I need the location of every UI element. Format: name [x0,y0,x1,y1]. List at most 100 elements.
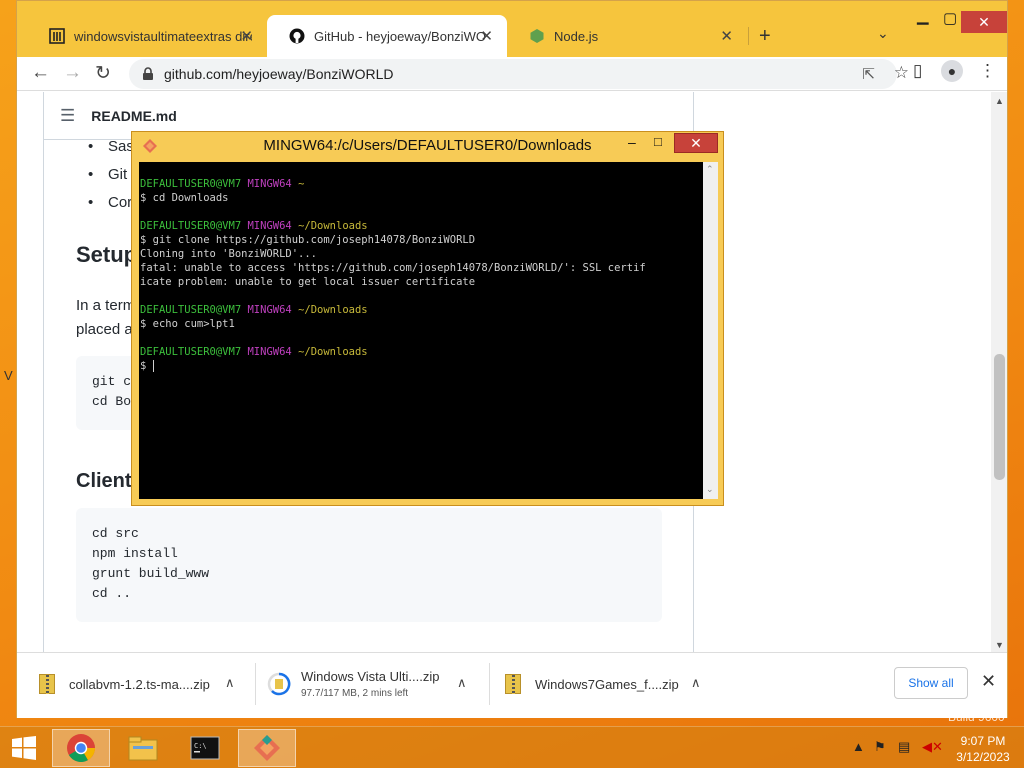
network-icon[interactable]: ▤ [898,739,910,755]
prompt-line: DEFAULTUSER0@VM7 MINGW64 ~/Downloads [140,346,368,358]
volume-muted-icon[interactable]: ◀✕ [922,739,943,755]
list-item: Git [88,166,127,183]
folder-icon [128,736,158,761]
code-line: cd .. [92,586,132,601]
download-divider [489,663,490,705]
close-tab-icon[interactable]: ✕ [720,27,733,45]
download-item[interactable]: collabvm-1.2.ts-ma....zip ∧ [39,653,259,715]
command-line: $ echo cum>lpt1 [140,318,235,330]
taskbar: C:\ ▲ ⚑ ▤ ◀✕ 9:07 PM 3/12/2023 [0,726,1024,768]
command-prompt-icon: C:\ [190,736,220,760]
show-hidden-icons[interactable]: ▲ [852,739,865,754]
terminal-scrollbar[interactable]: ⌃ ⌄ [703,162,718,499]
code-line: cd src [92,526,139,541]
bookmark-star-icon[interactable]: ☆ [894,63,909,83]
setup-paragraph: placed a [76,321,133,338]
zip-file-icon [39,674,55,694]
chevron-up-icon[interactable]: ∧ [225,675,235,691]
close-tab-icon[interactable]: ✕ [240,27,253,45]
side-panel-icon[interactable]: ▯ [913,61,922,81]
download-name: collabvm-1.2.ts-ma....zip [69,676,210,692]
address-bar[interactable]: github.com/heyjoeway/BonziWORLD ⇱ ☆ [129,59,909,89]
client-heading: Client [76,470,132,492]
desktop-icon-label: V [4,368,13,383]
prompt-line: DEFAULTUSER0@VM7 MINGW64 ~/Downloads [140,220,368,232]
taskbar-git-bash[interactable] [238,729,296,767]
download-name: Windows Vista Ulti....zip [301,669,440,684]
download-divider [255,663,256,705]
prompt-line: DEFAULTUSER0@VM7 MINGW64 ~ [140,178,305,190]
outline-list-icon[interactable]: ☰ [60,106,75,126]
list-item: Cor [88,194,132,211]
chrome-icon [67,734,95,762]
action-center-flag-icon[interactable]: ⚑ [874,739,886,755]
terminal-output[interactable]: DEFAULTUSER0@VM7 MINGW64 ~ $ cd Download… [139,162,703,499]
code-line: npm install [92,546,178,561]
tab-search-icon[interactable]: ⌄ [877,25,889,42]
system-clock[interactable]: 9:07 PM 3/12/2023 [948,733,1018,765]
close-tab-icon[interactable]: ✕ [480,27,493,45]
show-all-button[interactable]: Show all [894,667,968,699]
github-icon [289,28,305,44]
forward-icon[interactable]: → [63,62,82,84]
share-icon[interactable]: ⇱ [862,65,875,83]
menu-kebab-icon[interactable]: ⋮ [979,61,996,81]
url-text: github.com/heyjoeway/BonziWORLD [164,66,394,82]
svg-text:C:\: C:\ [194,742,207,750]
profile-avatar-icon[interactable]: ● [941,60,963,82]
tab-archive[interactable]: windowsvistaultimateextras direc ✕ [27,15,267,57]
client-code-block: cd src npm install grunt build_www cd .. [76,508,662,622]
reload-icon[interactable]: ↻ [95,62,111,85]
desktop-build-text: Build 9600 [948,710,1005,724]
prompt-line: DEFAULTUSER0@VM7 MINGW64 ~/Downloads [140,304,368,316]
command-line: $ cd Downloads [140,192,229,204]
git-bash-icon [254,735,280,761]
download-status: 97.7/117 MB, 2 mins left [301,688,409,699]
output-line: fatal: unable to access 'https://github.… [140,262,646,274]
scroll-down-icon[interactable]: ▼ [995,640,1004,650]
chevron-up-icon[interactable]: ∧ [691,675,701,691]
close-shelf-icon[interactable]: ✕ [981,671,996,692]
page-scrollbar[interactable]: ▲ ▼ [991,92,1007,652]
scrollbar-thumb[interactable] [994,354,1005,480]
text-cursor [152,360,154,372]
download-progress-icon [267,672,291,696]
code-line: grunt build_www [92,566,210,581]
scroll-down-icon[interactable]: ⌄ [706,484,714,495]
start-button[interactable] [0,729,48,767]
tab-title: GitHub - heyjoeway/BonziWORLD [314,28,486,44]
taskbar-chrome[interactable] [52,729,110,767]
tab-nodejs[interactable]: Node.js ✕ [507,15,747,57]
list-item: Sas [88,138,134,155]
setup-paragraph: In a term [76,297,136,314]
download-item[interactable]: Windows7Games_f....zip ∧ [505,653,725,715]
chevron-up-icon[interactable]: ∧ [457,675,467,691]
scroll-up-icon[interactable]: ⌃ [706,164,714,175]
output-line: Cloning into 'BonziWORLD'... [140,248,318,260]
tab-github[interactable]: GitHub - heyjoeway/BonziWORLD ✕ [267,15,507,57]
taskbar-cmd[interactable]: C:\ [176,729,234,767]
clock-time: 9:07 PM [960,734,1006,748]
taskbar-file-explorer[interactable] [114,729,172,767]
minimize-icon[interactable]: ▁ [917,7,929,25]
download-item[interactable]: Windows Vista Ulti....zip 97.7/117 MB, 2… [267,653,487,715]
maximize-icon[interactable]: □ [654,134,662,149]
tab-title: windowsvistaultimateextras direc [74,28,252,44]
tab-title: Node.js [554,28,599,44]
zip-file-icon [505,674,521,694]
clock-date: 3/12/2023 [956,750,1010,764]
maximize-icon[interactable]: ▢ [943,9,957,27]
minimize-icon[interactable]: – [628,134,636,150]
readme-filename: README.md [91,107,177,124]
mintty-window[interactable]: MINGW64:/c/Users/DEFAULTUSER0/Downloads … [131,131,724,506]
downloads-shelf: collabvm-1.2.ts-ma....zip ∧ Windows Vist… [17,652,1007,718]
close-window-icon[interactable]: ✕ [674,133,718,153]
new-tab-button[interactable]: + [759,25,771,48]
browser-toolbar: ← → ↻ github.com/heyjoeway/BonziWORLD ⇱ … [17,57,1007,91]
back-icon[interactable]: ← [31,62,50,84]
close-window-icon[interactable]: ✕ [961,11,1007,33]
lock-icon [141,67,155,81]
setup-heading: Setup [76,242,138,267]
tab-divider [748,27,749,45]
scroll-up-icon[interactable]: ▲ [995,96,1004,106]
